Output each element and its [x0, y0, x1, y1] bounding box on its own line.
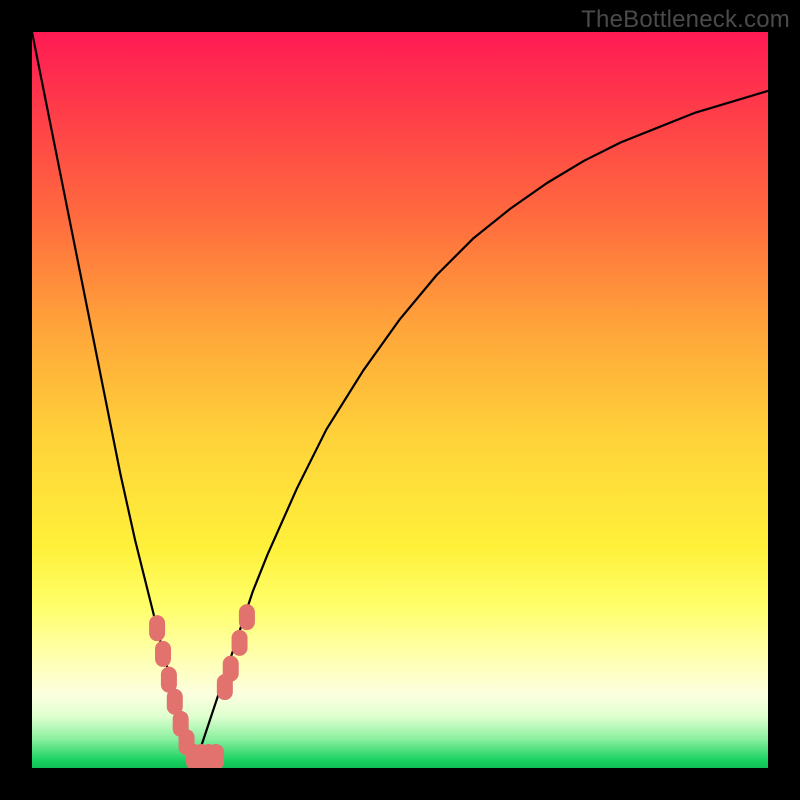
chart-svg: [32, 32, 768, 768]
plot-area: [32, 32, 768, 768]
marker-left-2: [155, 641, 171, 667]
bottleneck-curve: [32, 32, 768, 768]
curve-line: [32, 32, 768, 768]
marker-left-1: [149, 615, 165, 641]
chart-stage: TheBottleneck.com: [0, 0, 800, 800]
marker-bottom-4: [208, 744, 224, 768]
marker-right-3: [232, 630, 248, 656]
marker-right-4: [239, 604, 255, 630]
marker-right-2: [223, 656, 239, 682]
watermark-text: TheBottleneck.com: [581, 6, 790, 34]
